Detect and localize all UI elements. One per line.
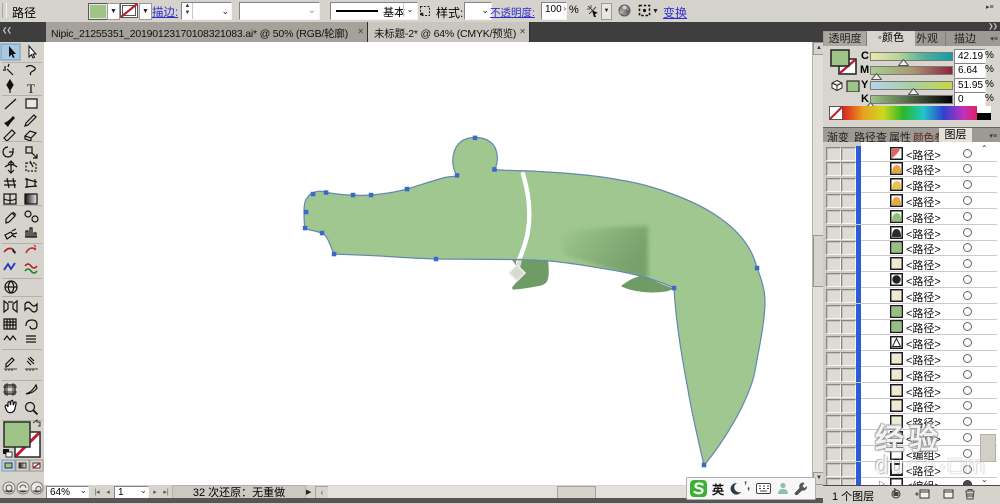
svg-text:T: T xyxy=(27,81,35,96)
